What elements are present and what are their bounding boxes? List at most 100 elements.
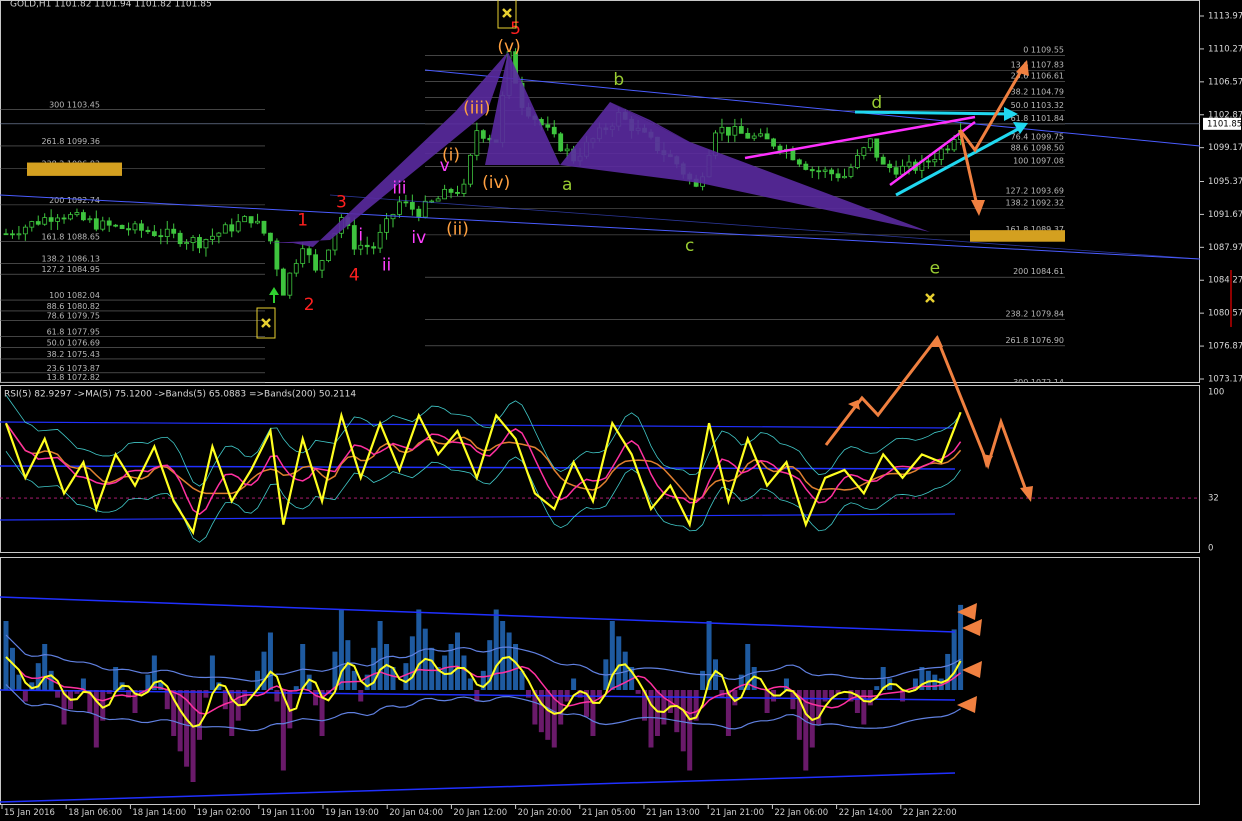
candle	[932, 152, 938, 167]
candle	[61, 214, 67, 224]
histogram-bar-negative	[190, 690, 196, 782]
fib-level-label: 13.6 1107.83	[1011, 61, 1064, 70]
fib-level-label: 261.8 1076.90	[1005, 336, 1064, 345]
candle	[139, 219, 144, 238]
fib-level-label: 78.6 1079.75	[47, 311, 100, 320]
candle	[106, 217, 112, 232]
pointer-triangle	[962, 661, 982, 678]
fib-level-label: 127.2 1093.69	[1005, 186, 1064, 195]
fib-level-label: 138.2 1086.13	[41, 255, 100, 264]
rsi-scale-label: 32	[1208, 494, 1219, 504]
wave-label: 3	[336, 193, 347, 213]
projection-zigzag	[824, 334, 1030, 497]
fib-level-label: 100 1097.08	[1013, 156, 1064, 165]
candle	[209, 228, 215, 245]
wave-label: b	[613, 70, 624, 90]
chart-root[interactable]: 0 1109.55 13.6 1107.83 23.6 1106.61 38.2 11…	[0, 0, 1242, 818]
histogram-bar-positive	[455, 632, 460, 690]
wave-label: ii	[382, 256, 391, 276]
price-tick-label: 1095.37	[1208, 177, 1242, 187]
fib-level-label: 50.0 1076.69	[47, 339, 100, 348]
candle	[816, 166, 822, 180]
price-tick-label: 1091.67	[1208, 210, 1242, 220]
candle	[229, 218, 235, 238]
fib-level-label: 0 1109.55	[1023, 45, 1064, 54]
histogram-bar-positive	[16, 674, 22, 690]
histogram-bar-negative	[680, 690, 686, 752]
histogram-bar-positive	[300, 644, 306, 690]
candle	[409, 194, 415, 216]
wave-label: (ii)	[446, 219, 469, 239]
fib-level-label: 76.4 1099.75	[1011, 133, 1064, 142]
histogram-bar-negative	[177, 690, 183, 752]
wave-label: e	[930, 258, 940, 278]
fib-level-label: 88.6 1098.50	[1011, 144, 1064, 153]
candle	[880, 154, 886, 165]
candle	[22, 224, 28, 241]
histogram-bar-negative	[687, 690, 693, 771]
chart-svg[interactable]: 0 1109.5513.6 1107.8323.6 1106.6138.2 11…	[0, 0, 1242, 818]
fib-level-label: 261.8 1099.36	[41, 137, 100, 146]
rsi-scale-label: 0	[1208, 544, 1213, 554]
candle	[771, 137, 776, 150]
candle	[397, 196, 402, 218]
histogram-bar-positive	[351, 670, 357, 690]
candle	[171, 223, 177, 239]
fib-zone-box	[970, 230, 1065, 242]
candle	[55, 214, 60, 230]
histogram-bar-negative	[648, 690, 654, 748]
fib-level-label: 61.8 1077.95	[47, 327, 100, 336]
histogram-bar-positive	[42, 644, 48, 690]
pointer-triangle	[957, 696, 977, 713]
candle	[822, 166, 828, 178]
candle	[351, 217, 357, 256]
time-tick-label: 20 Jan 12:00	[453, 808, 507, 817]
candle	[197, 234, 202, 254]
histogram-bar-positive	[209, 655, 215, 690]
fib-level-label: 13.8 1072.82	[47, 373, 100, 382]
candle	[10, 229, 15, 239]
candle	[796, 158, 802, 168]
candle	[874, 138, 880, 162]
candle	[319, 259, 325, 278]
candle	[29, 220, 35, 232]
candle	[235, 213, 241, 234]
candle	[861, 146, 867, 160]
candle	[203, 238, 209, 257]
time-tick-label: 22 Jan 22:00	[903, 808, 957, 817]
candle	[151, 225, 157, 237]
candle	[113, 223, 119, 228]
candle	[35, 215, 41, 226]
wave-label: (iii)	[463, 98, 490, 118]
wave-label: 2	[304, 295, 315, 315]
candle	[745, 127, 751, 139]
time-tick-label: 20 Jan 04:00	[389, 808, 443, 817]
candle	[945, 144, 951, 154]
candle	[119, 224, 125, 230]
histogram-bar-positive	[416, 609, 422, 690]
histogram-bar-negative	[164, 690, 170, 710]
candle	[81, 209, 86, 222]
histogram-bar-negative	[525, 690, 531, 698]
price-tick-label: 1099.17	[1208, 143, 1242, 153]
buy-arrowhead	[269, 287, 279, 295]
candle	[42, 213, 48, 226]
fib-level-label: 61.8 1101.84	[1011, 114, 1064, 123]
candle	[893, 160, 899, 179]
candle	[145, 226, 151, 235]
candle	[248, 216, 254, 228]
fib-level-label: 200 1084.61	[1013, 267, 1064, 276]
histogram-bar-negative	[203, 690, 209, 698]
candle	[261, 220, 267, 236]
fib-level-label: 161.8 1088.65	[41, 232, 100, 241]
price-tick-label: 1076.87	[1208, 342, 1242, 352]
candle	[16, 226, 22, 240]
wave-label: 4	[349, 266, 360, 286]
candle	[726, 126, 731, 143]
fib-zone-box	[27, 162, 122, 176]
time-tick-label: 18 Jan 14:00	[132, 808, 186, 817]
candle	[855, 149, 860, 170]
histogram-bar-negative	[822, 690, 828, 702]
histogram-bar-positive	[403, 663, 409, 690]
fib-level-label: 127.2 1084.95	[41, 265, 100, 274]
